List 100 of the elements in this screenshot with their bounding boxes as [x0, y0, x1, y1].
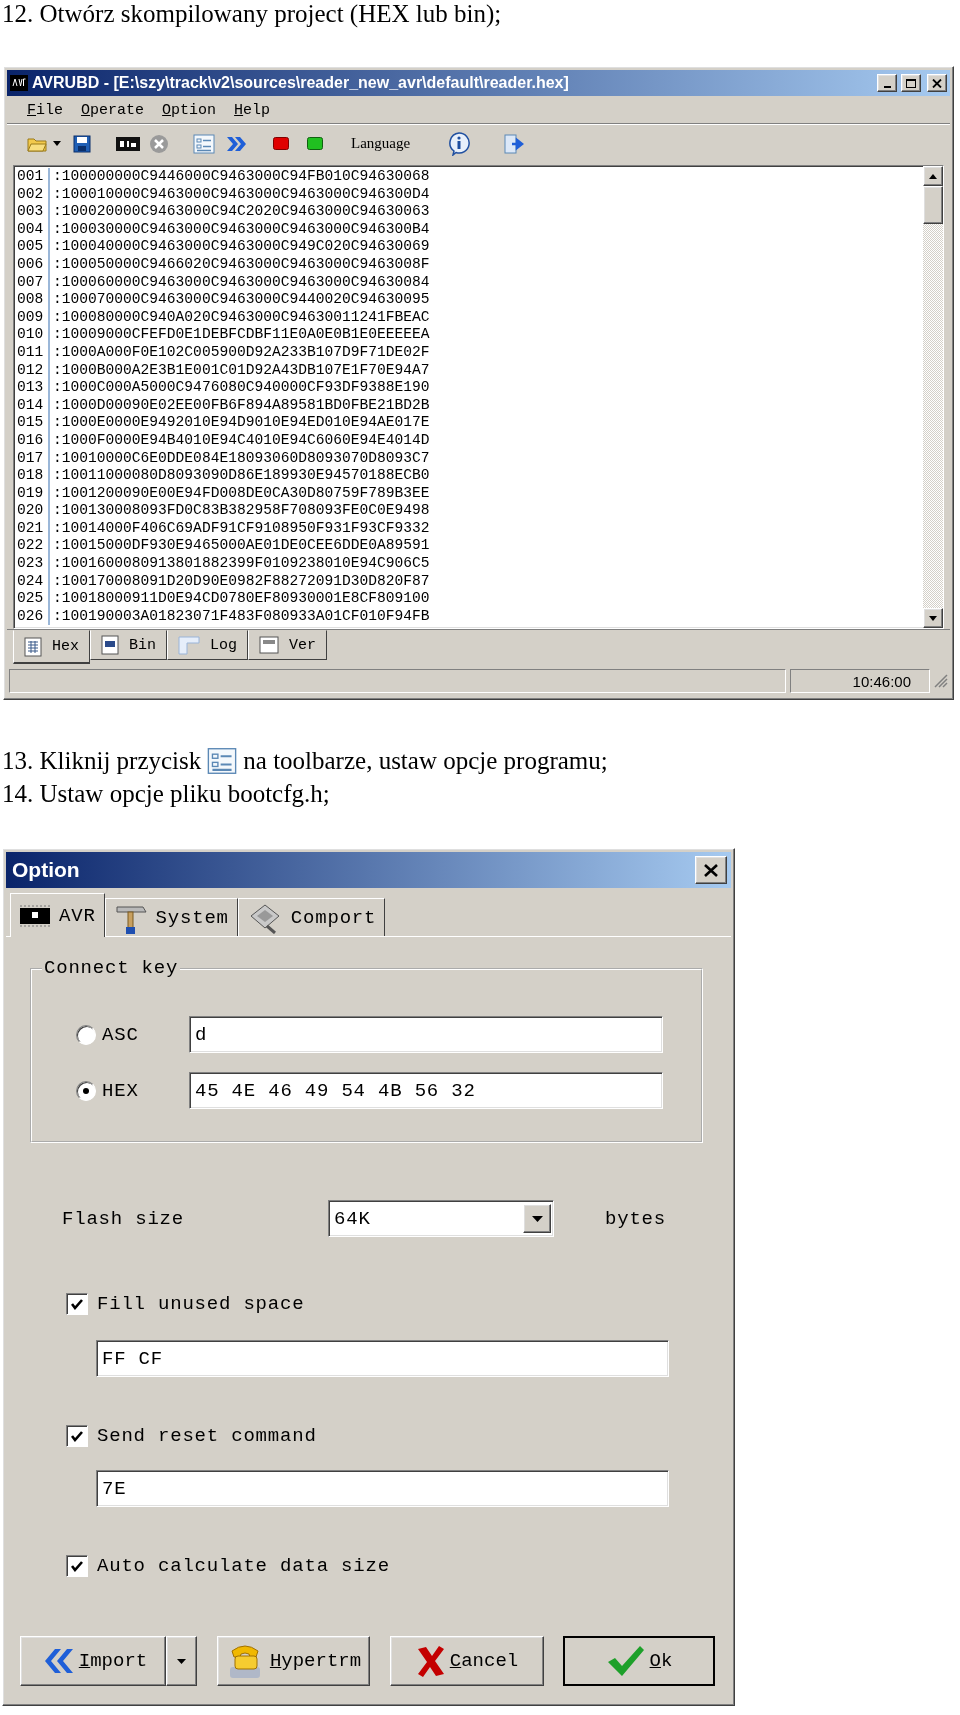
close-circle-icon[interactable] [149, 133, 169, 154]
line-number: 017 [17, 449, 45, 468]
hex-line: :10009000CFEFD0E1DEBFCDBF11E0A0E0B1E0EEEEEA [53, 326, 430, 344]
scrollbar[interactable] [923, 166, 943, 628]
dialog-button[interactable]: Cancel [390, 1636, 544, 1686]
close-icon [932, 78, 942, 88]
tab[interactable]: Log [167, 630, 249, 660]
input-field[interactable]: FF CF [96, 1340, 669, 1377]
hex-line: :100020000C9463000C94C2020C9463000C94630063 [53, 203, 430, 221]
document-icon[interactable] [101, 635, 119, 655]
dialog-button[interactable]: Hypertrm [217, 1636, 370, 1686]
tab[interactable]: System [104, 898, 238, 936]
line-number: 021 [17, 519, 45, 538]
input-field[interactable]: 45 4E 46 49 54 4B 56 32 [189, 1072, 663, 1109]
info-icon[interactable] [448, 131, 471, 156]
menu-item[interactable]: Help [234, 101, 271, 119]
hex-line: :100170008091D20D90E0982F88272091D30D820F87 [53, 572, 430, 591]
checkbox-label: Send reset command [97, 1425, 317, 1447]
dialog-button[interactable]: Ok [563, 1636, 715, 1686]
tab[interactable]: Comport [237, 898, 386, 936]
hex-line: :1001200090E00E94FD008DE0CA30D80759F789B3EE [53, 484, 430, 503]
hex-line: :1000E0000E9492010E94D9010E94ED010E94AE017E [53, 414, 430, 432]
line-number: 011 [17, 343, 45, 362]
hex-line: :100050000C9466020C9463000C9463000C9463008F [53, 255, 430, 274]
options-list-icon[interactable] [193, 133, 215, 154]
step-instruction: 13. Kliknij przycisk [2, 746, 202, 775]
line-number: 019 [17, 484, 45, 503]
hex-line: :10015000DF930E9465000AE01DE0CEE6DDE0A89591 [53, 537, 430, 556]
close-icon [704, 863, 718, 877]
caret-icon[interactable] [531, 1215, 543, 1222]
scrollbar-thumb[interactable] [923, 186, 943, 224]
dropdown-field[interactable]: 64K [328, 1200, 554, 1237]
resize-grip-icon [934, 674, 948, 688]
step-instruction: 12. Otwórz skompilowany project (HEX lub bin); [2, 0, 502, 27]
dialog-button[interactable]: Import [20, 1636, 166, 1686]
hex-line: :100040000C9463000C9463000C949C020C94630069 [53, 238, 430, 256]
tab[interactable]: Hex [13, 630, 90, 664]
tab[interactable]: Ver [248, 630, 328, 660]
checkbox[interactable] [66, 1425, 88, 1447]
up-arrow-icon[interactable] [929, 173, 937, 179]
check-icon [71, 1430, 83, 1442]
dialog-title: Option [12, 858, 81, 882]
down-arrow-icon[interactable] [929, 615, 937, 621]
folder-icon[interactable] [27, 135, 47, 152]
tab[interactable]: Bin [90, 630, 168, 660]
window-title: AVRUBD - [E:\szy\track\v2\sources\reader_new_avr\default\reader.hex] [32, 74, 570, 92]
grid-document-icon[interactable] [24, 636, 42, 657]
maximize-icon [906, 78, 916, 88]
line-number: 007 [17, 273, 45, 292]
hex-line: :1001600080913801882399F0109238010E94C906C5 [53, 555, 430, 573]
tab[interactable]: AVR [10, 893, 105, 937]
hex-line: :100070000C9463000C9463000C9440020C94630095 [53, 291, 430, 309]
check-icon [71, 1298, 83, 1310]
hex-line: :100130008093FD0C83B382958F708093FE0C0E9498 [53, 502, 430, 520]
hex-line: :100030000C9463000C9463000C9463000C946300B4 [53, 220, 430, 239]
minimize-icon [883, 85, 891, 88]
close-button[interactable] [695, 856, 727, 884]
chip-icon[interactable] [115, 135, 141, 152]
hex-line: :100190003A01823071F483F080933A01CF010F94FB [53, 607, 430, 626]
maximize-button[interactable] [901, 74, 921, 92]
step-instruction: 14. Ustaw opcje pliku bootcfg.h; [2, 779, 330, 808]
line-number: 012 [17, 361, 45, 380]
caret-icon[interactable] [53, 141, 61, 146]
save-icon[interactable] [73, 134, 91, 153]
menu-item[interactable]: Operate [81, 101, 145, 119]
minimize-button[interactable] [877, 74, 897, 92]
checkbox-label: Fill unused space [97, 1293, 305, 1315]
line-number: 013 [17, 379, 45, 397]
close-button[interactable] [927, 74, 947, 92]
cross-icon [415, 1645, 446, 1677]
checkbox[interactable] [66, 1293, 88, 1315]
radio-button[interactable] [76, 1080, 96, 1101]
line-number: 010 [17, 326, 45, 344]
square-icon[interactable] [307, 137, 323, 150]
hex-line: :1000C000A5000C9476080C940000CF93DF9388E190 [53, 379, 430, 397]
line-number: 018 [17, 467, 45, 485]
line-number: 008 [17, 291, 45, 309]
chip-icon[interactable] [19, 903, 51, 928]
hex-line: :1000F0000E94B4010E94C4010E94C6060E94E4014D [53, 431, 430, 450]
unit-label: bytes [605, 1207, 666, 1230]
input-field[interactable]: d [189, 1016, 663, 1053]
double-chevron-icon[interactable] [225, 134, 247, 153]
field-label: Flash size [62, 1207, 186, 1230]
line-number: 009 [17, 308, 45, 327]
version-icon[interactable] [259, 636, 280, 654]
checkbox[interactable] [66, 1555, 88, 1577]
hex-line: :10011000080D8093090D86E189930E94570188ECB0 [53, 467, 430, 485]
line-number: 023 [17, 555, 45, 573]
input-field[interactable]: 7E [96, 1470, 669, 1507]
hex-line: :1000A000F0E102C005900D92A233B107D9F71DE02F [53, 343, 430, 362]
hex-line: :10014000F406C69ADF91CF9108950F931F93CF9332 [53, 519, 430, 538]
language-button[interactable]: Language [351, 135, 411, 152]
line-number: 020 [17, 502, 45, 520]
hex-line: :10010000C6E0DDE084E18093060D8093070D8093C7 [53, 449, 430, 468]
radio-label: HEX [102, 1079, 140, 1102]
menu-item[interactable]: Option [162, 101, 217, 119]
check-icon [71, 1560, 83, 1572]
dropdown-button[interactable] [166, 1636, 197, 1686]
menu-item[interactable]: File [27, 101, 64, 119]
options-list-icon [207, 746, 238, 775]
